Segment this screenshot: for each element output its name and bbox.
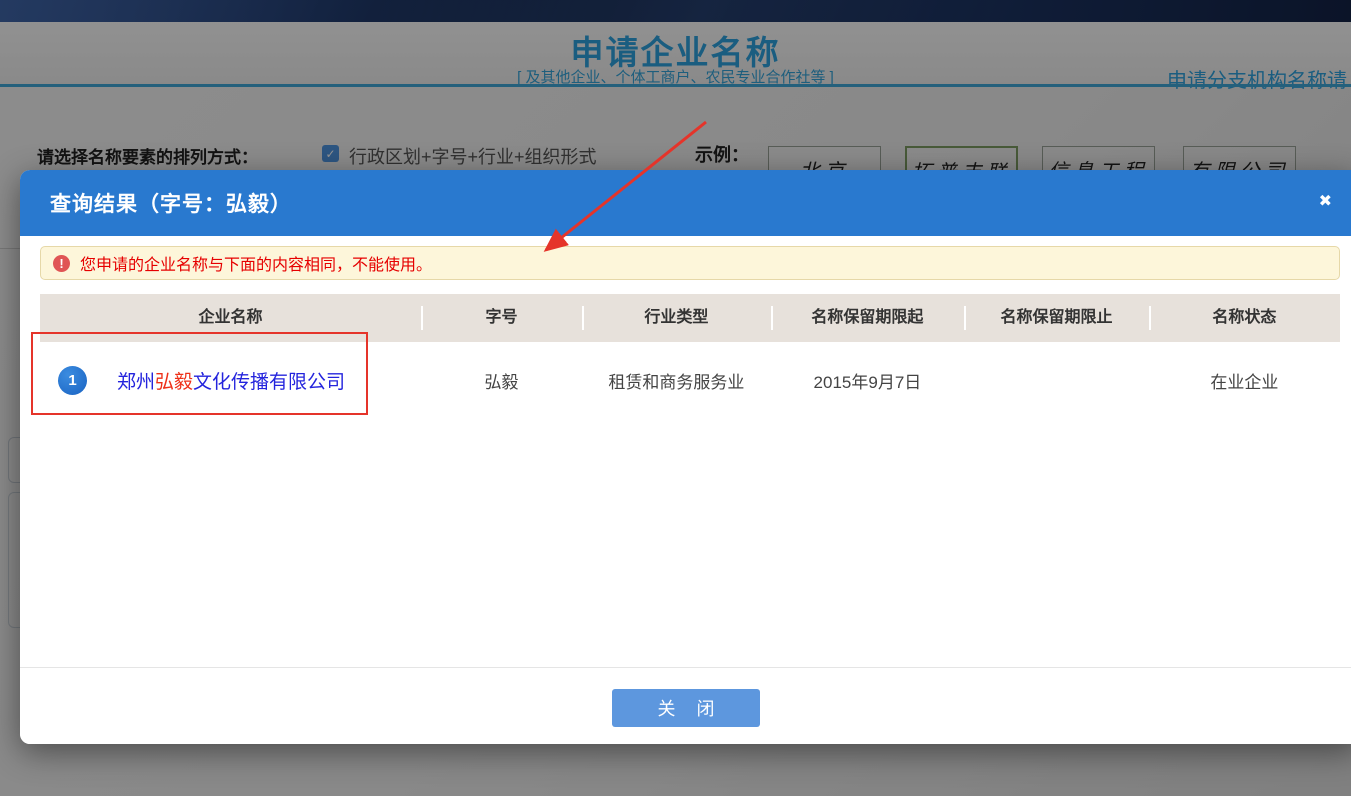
table-row: 1 郑州弘毅文化传播有限公司 弘毅 租赁和商务服务业 2015年9月7日 在业企… [40, 342, 1340, 418]
company-name-highlight: 弘毅 [155, 372, 193, 393]
cell-company-name: 1 郑州弘毅文化传播有限公司 [40, 366, 421, 395]
query-result-dialog: 查询结果（字号：弘毅） ✖ ! 您申请的企业名称与下面的内容相同，不能使用。 企… [20, 170, 1351, 744]
col-header-reserve-end: 名称保留期限止 [964, 294, 1149, 342]
warning-banner: ! 您申请的企业名称与下面的内容相同，不能使用。 [40, 246, 1340, 280]
result-table: 企业名称 字号 行业类型 名称保留期限起 名称保留期限止 名称状态 1 郑州弘毅… [40, 294, 1340, 418]
table-header-row: 企业名称 字号 行业类型 名称保留期限起 名称保留期限止 名称状态 [40, 294, 1340, 342]
row-index-badge: 1 [58, 366, 87, 395]
cell-status: 在业企业 [1149, 368, 1340, 393]
col-header-company-name: 企业名称 [40, 294, 421, 342]
dialog-header: 查询结果（字号：弘毅） ✖ [20, 170, 1351, 236]
col-header-status: 名称状态 [1149, 294, 1340, 342]
warning-text: 您申请的企业名称与下面的内容相同，不能使用。 [80, 251, 432, 275]
cell-reserve-start: 2015年9月7日 [771, 368, 965, 393]
close-icon[interactable]: ✖ [1319, 191, 1332, 211]
cell-tradename: 弘毅 [421, 368, 582, 393]
warning-exclamation-icon: ! [53, 255, 70, 272]
col-header-tradename: 字号 [421, 294, 582, 342]
dialog-title: 查询结果（字号：弘毅） [50, 188, 292, 218]
company-name-link[interactable]: 郑州弘毅文化传播有限公司 [117, 367, 345, 394]
cell-industry: 租赁和商务服务业 [582, 368, 771, 393]
screen: 申请企业名称 [ 及其他企业、个体工商户、农民专业合作社等 ] 申请分支机构名称… [0, 0, 1351, 796]
col-header-industry: 行业类型 [582, 294, 771, 342]
col-header-reserve-start: 名称保留期限起 [771, 294, 965, 342]
close-button[interactable]: 关 闭 [612, 689, 760, 727]
company-name-prefix: 郑州 [117, 372, 155, 393]
dialog-footer: 关 闭 [20, 667, 1351, 744]
company-name-suffix: 文化传播有限公司 [193, 372, 345, 393]
